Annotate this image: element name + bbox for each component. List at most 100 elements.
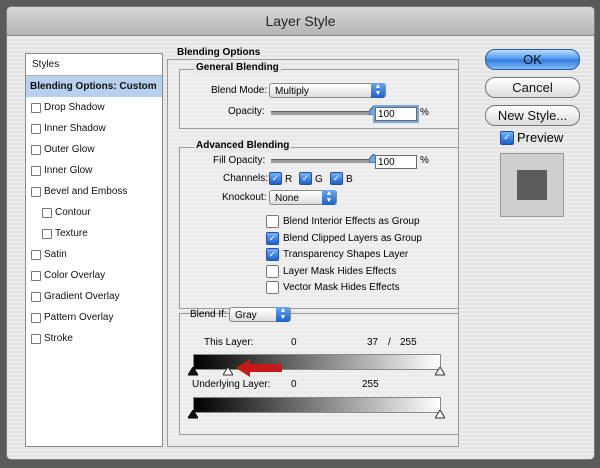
underlying-black-slider-icon[interactable]	[188, 410, 198, 420]
fill-opacity-unit: %	[420, 155, 429, 166]
advanced-option-label: Transparency Shapes Layer	[283, 249, 409, 260]
preview-square	[517, 170, 547, 200]
underlying-high: 255	[362, 379, 379, 390]
style-checkbox[interactable]	[31, 250, 41, 260]
advanced-option-checkbox[interactable]: ✓	[266, 231, 279, 245]
style-checkbox[interactable]	[31, 271, 41, 281]
popup-arrows-icon: ▲ ▼	[371, 83, 385, 98]
style-checkbox[interactable]	[42, 208, 52, 218]
opacity-label: Opacity:	[228, 106, 265, 117]
ok-button[interactable]: OK	[485, 49, 580, 70]
styles-list: Styles Blending Options: Custom Drop Sha…	[25, 53, 163, 447]
fill-opacity-field[interactable]: 100	[375, 155, 417, 169]
style-item-pattern-overlay[interactable]: Pattern Overlay	[26, 307, 162, 328]
fill-opacity-label: Fill Opacity:	[213, 155, 266, 166]
style-item-label: Texture	[55, 228, 88, 239]
window-title: Layer Style	[265, 13, 336, 29]
advanced-option-label: Blend Clipped Layers as Group	[283, 232, 422, 244]
style-item-satin[interactable]: Satin	[26, 244, 162, 265]
style-item-bevel-and-emboss[interactable]: Bevel and Emboss	[26, 181, 162, 202]
style-item-stroke[interactable]: Stroke	[26, 328, 162, 349]
underlying-layer-label: Underlying Layer:	[192, 379, 271, 390]
style-item-drop-shadow[interactable]: Drop Shadow	[26, 97, 162, 118]
this-layer-low: 0	[291, 337, 297, 348]
blend-mode-value: Multiply	[275, 86, 309, 97]
underlying-low: 0	[291, 379, 297, 390]
channel-b-label: B	[346, 174, 353, 185]
title-bar[interactable]: Layer Style	[7, 7, 594, 36]
new-style-button[interactable]: New Style...	[485, 105, 580, 126]
blend-if-label: Blend If:	[190, 309, 227, 320]
advanced-option-label: Blend Interior Effects as Group	[283, 216, 420, 227]
style-checkbox[interactable]	[31, 334, 41, 344]
this-layer-white-slider-icon[interactable]	[435, 367, 445, 377]
advanced-option-checkbox[interactable]	[266, 264, 279, 278]
style-item-inner-shadow[interactable]: Inner Shadow	[26, 118, 162, 139]
opacity-field[interactable]: 100	[375, 107, 417, 121]
style-checkbox[interactable]	[31, 187, 41, 197]
style-item-texture[interactable]: Texture	[26, 223, 162, 244]
blend-mode-label: Blend Mode:	[211, 85, 268, 96]
channels-label: Channels:	[223, 173, 269, 184]
advanced-option-label: Vector Mask Hides Effects	[283, 282, 400, 293]
style-item-label: Stroke	[44, 333, 73, 344]
style-checkbox[interactable]	[31, 292, 41, 302]
style-item-label: Inner Glow	[44, 165, 93, 176]
opacity-slider[interactable]	[271, 106, 378, 115]
style-item-label: Outer Glow	[44, 144, 95, 155]
style-checkbox[interactable]	[31, 166, 41, 176]
style-item-label: Inner Shadow	[44, 123, 106, 134]
channel-b-checkbox[interactable]: ✓	[330, 172, 343, 185]
general-blending-title: General Blending	[194, 62, 281, 74]
this-layer-split-slider-icon[interactable]	[223, 367, 233, 377]
popup-arrows-icon: ▲ ▼	[276, 307, 290, 322]
channel-r-checkbox[interactable]: ✓	[269, 172, 282, 185]
style-item-outer-glow[interactable]: Outer Glow	[26, 139, 162, 160]
underlying-white-slider-icon[interactable]	[435, 410, 445, 420]
advanced-option-checkbox[interactable]	[266, 281, 279, 294]
preview-checkbox[interactable]: ✓	[500, 131, 514, 145]
channel-g-label: G	[315, 174, 323, 185]
style-item-label: Bevel and Emboss	[44, 186, 128, 197]
style-checkbox[interactable]	[31, 124, 41, 134]
knockout-value: None	[275, 193, 299, 204]
blending-options-item[interactable]: Blending Options: Custom	[26, 76, 162, 97]
this-layer-black-slider-icon[interactable]	[188, 367, 198, 377]
advanced-option-checkbox[interactable]: ✓	[266, 248, 279, 261]
style-item-gradient-overlay[interactable]: Gradient Overlay	[26, 286, 162, 307]
style-checkbox[interactable]	[31, 103, 41, 113]
cancel-button[interactable]: Cancel	[485, 77, 580, 98]
red-arrow-icon	[236, 359, 282, 377]
style-item-color-overlay[interactable]: Color Overlay	[26, 265, 162, 286]
style-item-label: Contour	[55, 207, 91, 218]
underlying-gradient[interactable]	[193, 397, 441, 413]
popup-arrows-icon: ▲ ▼	[322, 190, 336, 205]
preview-swatch	[500, 153, 564, 217]
style-item-label: Satin	[44, 249, 67, 260]
style-item-label: Drop Shadow	[44, 102, 105, 113]
style-checkbox[interactable]	[42, 229, 52, 239]
blend-if-group	[179, 313, 459, 435]
style-checkbox[interactable]	[31, 313, 41, 323]
knockout-label: Knockout:	[222, 192, 267, 203]
this-layer-label: This Layer:	[204, 337, 254, 348]
style-item-label: Pattern Overlay	[44, 312, 114, 323]
style-item-contour[interactable]: Contour	[26, 202, 162, 223]
layer-style-dialog: Layer Style Styles Blending Options: Cus…	[6, 6, 595, 460]
preview-label: Preview	[517, 130, 564, 145]
style-item-inner-glow[interactable]: Inner Glow	[26, 160, 162, 181]
blend-if-value: Gray	[235, 310, 257, 321]
fill-opacity-slider[interactable]	[271, 154, 378, 163]
style-checkbox[interactable]	[31, 145, 41, 155]
blend-if-popup[interactable]: Gray ▲ ▼	[229, 307, 291, 322]
this-layer-sep: /	[388, 337, 391, 348]
advanced-option-checkbox[interactable]	[266, 215, 279, 228]
blend-mode-popup[interactable]: Multiply ▲ ▼	[269, 83, 386, 98]
this-layer-mid: 37	[367, 337, 379, 348]
opacity-unit: %	[420, 107, 429, 118]
styles-header[interactable]: Styles	[26, 54, 162, 76]
style-item-label: Gradient Overlay	[44, 291, 120, 302]
general-blending-group	[179, 69, 459, 129]
channel-g-checkbox[interactable]: ✓	[299, 172, 312, 185]
knockout-popup[interactable]: None ▲ ▼	[269, 190, 337, 205]
